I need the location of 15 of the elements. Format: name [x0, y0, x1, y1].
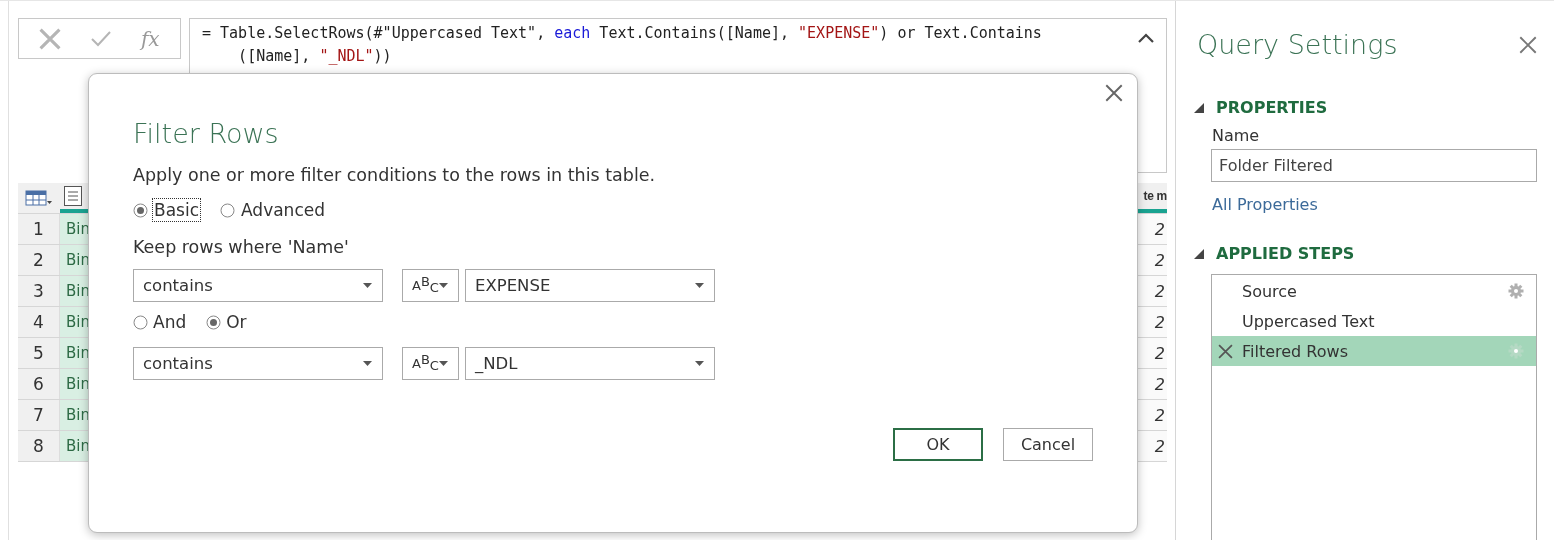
dialog-title: Filter Rows [133, 118, 279, 149]
keep-rows-label: Keep rows where 'Name' [133, 237, 349, 257]
row-number: 6 [18, 369, 60, 399]
row-number: 4 [18, 307, 60, 337]
row-number: 1 [18, 214, 60, 244]
field-label: Name [1212, 126, 1261, 145]
section-heading: PROPERTIES [1216, 98, 1328, 117]
section-heading: APPLIED STEPS [1216, 244, 1355, 263]
row-number: 8 [18, 431, 60, 461]
row-number: 3 [18, 276, 60, 306]
row-number: 7 [18, 400, 60, 430]
panel-title: Query Settings [1196, 29, 1398, 60]
row-number: 5 [18, 338, 60, 368]
row-number: 2 [18, 245, 60, 275]
dialog-description: Apply one or more filter conditions to the rows in this table. [133, 165, 656, 185]
